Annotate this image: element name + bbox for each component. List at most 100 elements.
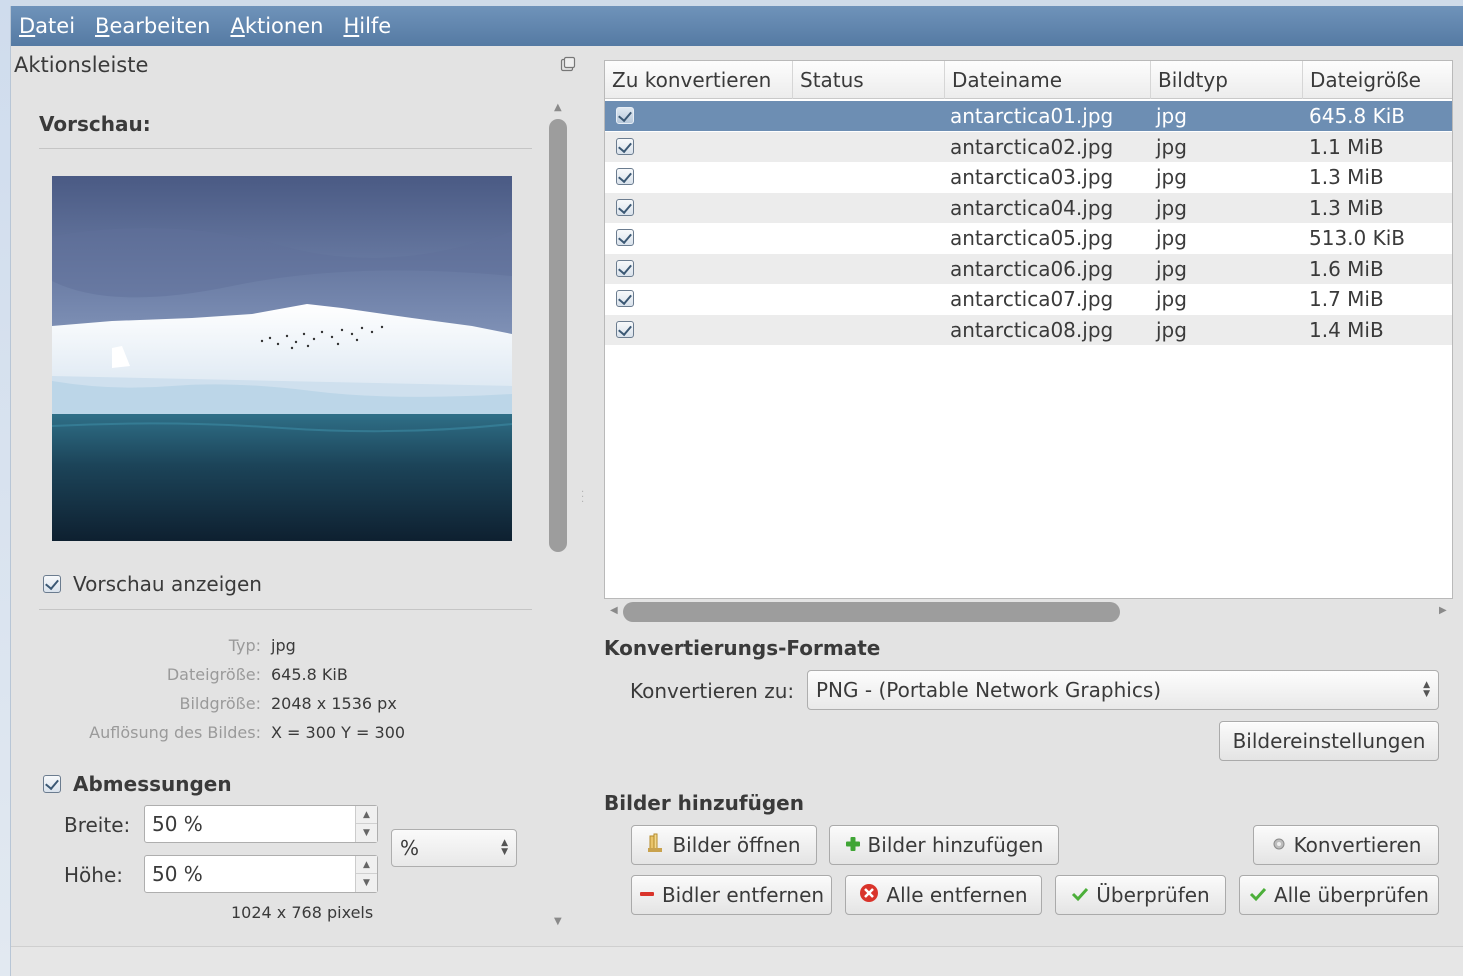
- info-res-value: X = 300 Y = 300: [271, 723, 406, 742]
- open-images-button[interactable]: Bilder öffnen: [631, 825, 817, 865]
- menu-aktionen[interactable]: Aktionen: [230, 14, 323, 38]
- unit-select[interactable]: % ▲ ▼: [391, 829, 517, 867]
- menu-hilfe[interactable]: Hilfe: [343, 14, 391, 38]
- width-stepper[interactable]: ▲ ▼: [355, 806, 377, 842]
- checkbox-checked-icon[interactable]: [43, 575, 61, 593]
- remove-all-button[interactable]: Alle entfernen: [845, 875, 1042, 915]
- table-row[interactable]: antarctica04.jpg jpg 1.3 MiB: [605, 193, 1452, 223]
- menu-bar: Datei Bearbeiten Aktionen Hilfe: [11, 6, 1463, 46]
- check-button[interactable]: Überprüfen: [1055, 875, 1226, 915]
- check-label: Überprüfen: [1096, 883, 1210, 907]
- row-filename: antarctica01.jpg: [950, 104, 1114, 128]
- col-to-convert[interactable]: Zu konvertieren: [605, 61, 793, 99]
- row-checkbox[interactable]: [616, 229, 634, 246]
- row-checkbox[interactable]: [616, 321, 634, 338]
- width-input[interactable]: [145, 806, 355, 842]
- add-images-button[interactable]: Bilder hinzufügen: [829, 825, 1059, 865]
- height-spinner[interactable]: ▲ ▼: [144, 855, 378, 893]
- height-label: Höhe:: [64, 863, 123, 887]
- table-row[interactable]: antarctica01.jpg jpg 645.8 KiB: [605, 101, 1452, 131]
- table-row[interactable]: antarctica03.jpg jpg 1.3 MiB: [605, 162, 1452, 192]
- remove-circle-icon: [859, 883, 879, 908]
- row-checkbox[interactable]: [616, 290, 634, 307]
- table-row[interactable]: antarctica02.jpg jpg 1.1 MiB: [605, 132, 1452, 162]
- checkbox-checked-icon[interactable]: [43, 775, 61, 793]
- row-filetype: jpg: [1156, 287, 1187, 311]
- format-select[interactable]: PNG - (Portable Network Graphics) ▲ ▼: [807, 670, 1439, 710]
- info-dims-key: Bildgröße:: [179, 694, 261, 713]
- table-header: Zu konvertieren Status Dateiname Bildtyp…: [605, 61, 1452, 99]
- height-stepper[interactable]: ▲ ▼: [355, 856, 377, 892]
- convert-to-label: Konvertieren zu:: [630, 679, 795, 703]
- info-res-key: Auflösung des Bildes:: [89, 723, 261, 742]
- row-checkbox[interactable]: [616, 138, 634, 155]
- divider: [39, 148, 532, 149]
- table-row[interactable]: antarctica07.jpg jpg 1.7 MiB: [605, 284, 1452, 314]
- dimensions-checkbox[interactable]: Abmessungen: [43, 772, 232, 796]
- scroll-up-icon[interactable]: ▲: [554, 102, 562, 113]
- decrement-icon[interactable]: ▼: [356, 824, 377, 842]
- info-size-value: 645.8 KiB: [271, 665, 348, 684]
- image-settings-button[interactable]: Bildereinstellungen: [1219, 721, 1439, 761]
- info-type-row: Typ:: [11, 636, 261, 656]
- row-checkbox[interactable]: [616, 199, 634, 216]
- info-type-value: jpg: [271, 636, 296, 655]
- col-filesize[interactable]: Dateigröße: [1303, 61, 1454, 99]
- plus-icon: [845, 833, 861, 857]
- info-res-row: Auflösung des Bildes:: [11, 723, 261, 743]
- height-input[interactable]: [145, 856, 355, 892]
- scroll-left-icon[interactable]: ◀: [610, 605, 618, 616]
- col-filename[interactable]: Dateiname: [945, 61, 1151, 99]
- checkmark-icon: [1249, 883, 1267, 907]
- show-preview-checkbox[interactable]: Vorschau anzeigen: [43, 572, 262, 596]
- add-images-label: Bilder hinzufügen: [867, 833, 1044, 857]
- col-status[interactable]: Status: [793, 61, 945, 99]
- checkmark-icon: [1071, 883, 1089, 907]
- row-filesize: 513.0 KiB: [1309, 226, 1406, 250]
- row-filetype: jpg: [1156, 196, 1187, 220]
- show-preview-label: Vorschau anzeigen: [73, 572, 262, 596]
- pane-resize-handle[interactable]: · · ·: [581, 488, 584, 508]
- row-filetype: jpg: [1156, 135, 1187, 159]
- row-filename: antarctica06.jpg: [950, 257, 1114, 281]
- sidebar-title: Aktionsleiste: [14, 53, 149, 77]
- table-row[interactable]: antarctica05.jpg jpg 513.0 KiB: [605, 223, 1452, 253]
- sidebar-scrollbar-thumb[interactable]: [549, 119, 567, 552]
- row-filesize: 1.1 MiB: [1309, 135, 1384, 159]
- scroll-down-icon[interactable]: ▼: [554, 916, 562, 927]
- row-filename: antarctica04.jpg: [950, 196, 1114, 220]
- table-hscrollbar-thumb[interactable]: [623, 602, 1120, 622]
- info-size-key: Dateigröße:: [166, 665, 261, 684]
- row-checkbox[interactable]: [616, 107, 634, 124]
- app-window: Datei Bearbeiten Aktionen Hilfe Aktionsl…: [10, 6, 1463, 976]
- increment-icon[interactable]: ▲: [356, 806, 377, 824]
- minus-icon: [639, 883, 655, 907]
- decrement-icon[interactable]: ▼: [356, 874, 377, 892]
- menu-datei[interactable]: Datei: [19, 14, 75, 38]
- detach-panel-icon[interactable]: [560, 56, 576, 72]
- row-checkbox[interactable]: [616, 260, 634, 277]
- convert-button[interactable]: Konvertieren: [1253, 825, 1439, 865]
- format-select-value: PNG - (Portable Network Graphics): [816, 678, 1162, 702]
- scroll-right-icon[interactable]: ▶: [1439, 605, 1447, 616]
- col-filetype[interactable]: Bildtyp: [1151, 61, 1303, 99]
- increment-icon[interactable]: ▲: [356, 856, 377, 874]
- pixel-size-text: 1024 x 768 pixels: [231, 903, 374, 922]
- row-filename: antarctica02.jpg: [950, 135, 1114, 159]
- file-table[interactable]: Zu konvertieren Status Dateiname Bildtyp…: [604, 60, 1453, 599]
- row-checkbox[interactable]: [616, 168, 634, 185]
- table-row[interactable]: antarctica08.jpg jpg 1.4 MiB: [605, 315, 1452, 345]
- row-filetype: jpg: [1156, 226, 1187, 250]
- convert-label: Konvertieren: [1293, 833, 1422, 857]
- menu-bearbeiten[interactable]: Bearbeiten: [95, 14, 210, 38]
- width-spinner[interactable]: ▲ ▼: [144, 805, 378, 843]
- row-filetype: jpg: [1156, 104, 1187, 128]
- open-images-label: Bilder öffnen: [672, 833, 801, 857]
- folder-open-icon: [647, 833, 665, 858]
- check-all-label: Alle überprüfen: [1274, 883, 1429, 907]
- remove-images-button[interactable]: Bidler entfernen: [631, 875, 832, 915]
- divider: [39, 609, 532, 610]
- image-settings-label: Bildereinstellungen: [1232, 729, 1426, 753]
- check-all-button[interactable]: Alle überprüfen: [1239, 875, 1439, 915]
- table-row[interactable]: antarctica06.jpg jpg 1.6 MiB: [605, 254, 1452, 284]
